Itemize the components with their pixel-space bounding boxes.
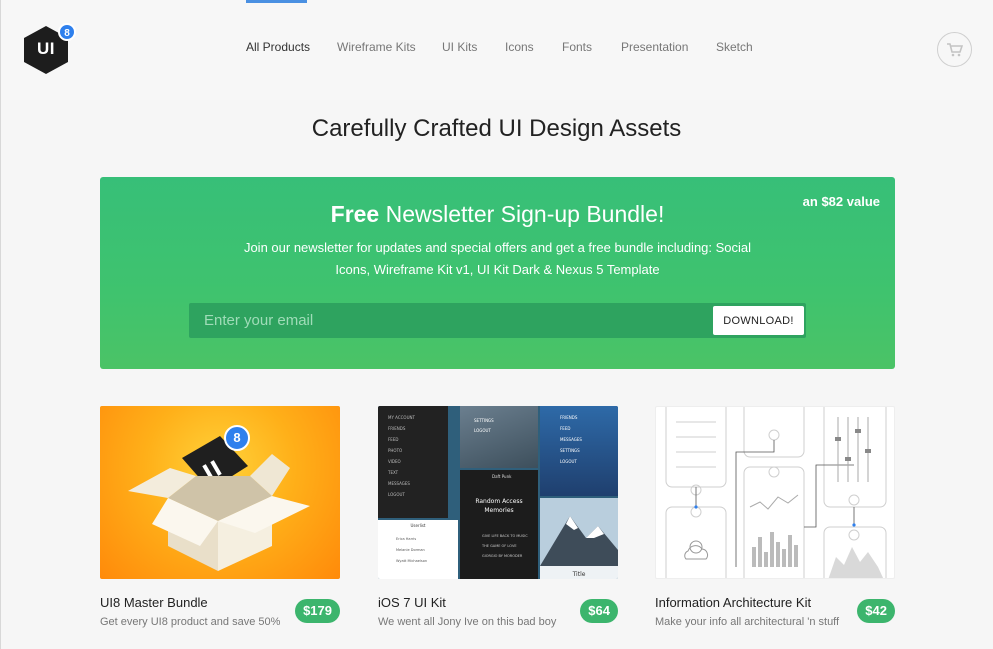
menu-item: LOGOUT (560, 459, 577, 464)
mini-label: GIORGIO BY MORODER (482, 554, 523, 558)
open-box-icon (128, 436, 310, 571)
mini-label: SETTINGS (474, 418, 494, 423)
mountain-photo-preview: Title (540, 498, 618, 579)
email-input[interactable] (189, 303, 709, 338)
product-name[interactable]: Information Architecture Kit (655, 595, 811, 610)
menu-item: LOGOUT (388, 492, 405, 497)
newsletter-banner: an $82 value Free Newsletter Sign-up Bun… (100, 177, 895, 369)
page-title: Carefully Crafted UI Design Assets (311, 115, 682, 142)
menu-item: MESSAGES (388, 481, 410, 486)
nav-sketch[interactable]: Sketch (716, 40, 753, 54)
music-player-preview: Daft Punk Random Access Memories GIVE LI… (460, 470, 538, 579)
nav-active-indicator (246, 0, 307, 3)
mini-label: Wyatt Michaelson (396, 559, 428, 563)
product-name[interactable]: UI8 Master Bundle (100, 595, 208, 610)
banner-description: Join our newsletter for updates and spec… (243, 240, 752, 277)
product-card-ios7-kit[interactable]: MY ACCOUNT FRIENDS FEED PHOTO VIDEO TEXT… (378, 406, 618, 628)
site-header: UI 8 All Products Wireframe Kits UI Kits… (0, 0, 993, 649)
product-card-information-architecture-kit[interactable]: Information Architecture Kit Make your i… (655, 406, 895, 628)
product-description: Make your info all architectural 'n stuf… (655, 616, 840, 628)
download-button[interactable]: DOWNLOAD! (713, 306, 804, 335)
menu-item: FRIENDS (388, 426, 406, 431)
menu-item: FEED (560, 426, 571, 431)
nav-fonts[interactable]: Fonts (562, 40, 592, 54)
menu-item: MESSAGES (560, 437, 582, 442)
mini-label: Title (572, 571, 586, 578)
mini-label: THE GAME OF LOVE (482, 544, 517, 548)
product-description: Get every UI8 product and save 50% (100, 616, 281, 628)
price-badge[interactable]: $179 (295, 599, 340, 623)
product-thumbnail[interactable] (655, 406, 895, 579)
price-badge[interactable]: $42 (857, 599, 895, 623)
email-signup-form: DOWNLOAD! (189, 303, 806, 338)
product-description: We went all Jony Ive on this bad boy (378, 616, 557, 628)
product-thumbnail[interactable]: 8 (100, 406, 340, 579)
photo-screen-preview: SETTINGS LOGOUT (460, 406, 538, 468)
nav-ui-kits[interactable]: UI Kits (442, 40, 477, 54)
wireframe-flowchart-icon (665, 407, 887, 578)
main-nav: All Products Wireframe Kits UI Kits Icon… (0, 40, 993, 60)
product-name[interactable]: iOS 7 UI Kit (378, 595, 446, 610)
logo-badge: 8 (58, 23, 76, 41)
banner-heading-bold: Free (330, 201, 380, 227)
menu-item: TEXT (388, 470, 399, 475)
menu-item: SETTINGS (560, 448, 580, 453)
nav-wireframe-kits[interactable]: Wireframe Kits (337, 40, 416, 54)
menu-item: MY ACCOUNT (388, 415, 415, 420)
mountain-icon (540, 498, 618, 566)
product-thumbnail[interactable]: MY ACCOUNT FRIENDS FEED PHOTO VIDEO TEXT… (378, 406, 618, 579)
nav-presentation[interactable]: Presentation (621, 40, 688, 54)
menu-item: FEED (388, 437, 399, 442)
mini-label: Melanie Dorman (396, 548, 425, 552)
mini-label: Random Access Memories (475, 498, 523, 514)
price-badge[interactable]: $64 (580, 599, 618, 623)
shopping-cart-icon (947, 43, 963, 57)
menu-item: VIDEO (388, 459, 401, 464)
userlist-preview: Userlist Erica Harris Melanie Dorman Wya… (378, 520, 458, 579)
menu-item: PHOTO (388, 448, 403, 453)
banner-heading: Free Newsletter Sign-up Bundle! (100, 201, 895, 228)
mini-label: Daft Punk (492, 474, 512, 479)
nav-all-products[interactable]: All Products (246, 40, 310, 54)
menu-item: FRIENDS (560, 415, 578, 420)
blue-menu-preview: FRIENDS FEED MESSAGES SETTINGS LOGOUT (540, 406, 618, 496)
mini-label: Userlist (410, 523, 426, 528)
menu-screen-preview: MY ACCOUNT FRIENDS FEED PHOTO VIDEO TEXT… (378, 406, 448, 518)
cart-button[interactable] (937, 32, 972, 67)
box-badge: 8 (224, 425, 250, 451)
mini-label: LOGOUT (474, 428, 491, 433)
mini-label: Erica Harris (396, 537, 417, 541)
mini-label: GIVE LIFE BACK TO MUSIC (482, 534, 528, 538)
banner-heading-rest: Newsletter Sign-up Bundle! (379, 201, 665, 227)
product-card-master-bundle[interactable]: 8 UI8 Master Bundle Get every UI8 produc… (100, 406, 340, 628)
nav-icons[interactable]: Icons (505, 40, 534, 54)
window-edge (0, 0, 1, 649)
